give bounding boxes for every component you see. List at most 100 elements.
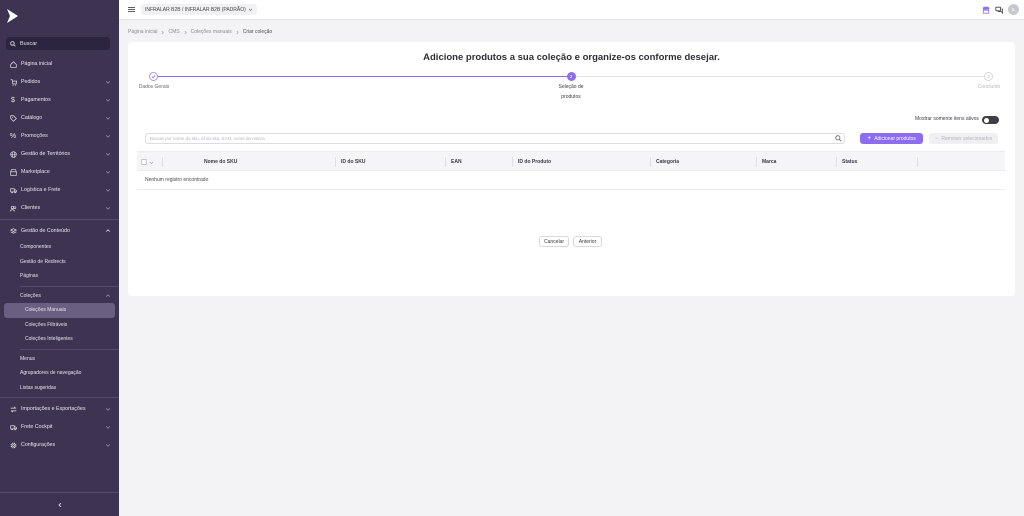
column-header-product-id[interactable]: ID do Produto [518, 152, 551, 172]
sidebar-item-logistics[interactable]: Logística e Frete [0, 181, 119, 199]
page-title: Adicione produtos a sua coleção e organi… [423, 52, 720, 63]
chevron-down-icon [105, 189, 111, 192]
store-icon [9, 168, 17, 176]
main-card: Adicione produtos a sua coleção e organi… [128, 42, 1015, 296]
column-header-status[interactable]: Status [842, 152, 857, 172]
sidebar-divider [20, 348, 119, 350]
sidebar-item-label: Pagamentos [21, 97, 51, 103]
breadcrumb-item-cms[interactable]: CMS [168, 29, 179, 35]
column-header-ean[interactable]: EAN [451, 152, 462, 172]
add-products-button[interactable]: + Adicionar produtos [860, 133, 923, 144]
swap-icon [9, 405, 17, 413]
sidebar-search[interactable]: Buscar [6, 37, 110, 50]
topbar: INFRALAR B2B / INFRALAR B2B (PADRÃO) IL [119, 0, 1024, 20]
chevron-down-icon [248, 8, 252, 11]
minus-icon: − [934, 135, 939, 142]
sidebar-subitem-navigation-groups[interactable]: Agrupadores de navegação [0, 366, 119, 381]
sidebar-collapse-button[interactable] [0, 492, 119, 516]
column-separator [756, 157, 757, 167]
sidebar-item-label: Gestão de Conteúdo [21, 228, 70, 234]
sidebar-subitem-suggested-lists[interactable]: Listas sugeridas [0, 381, 119, 396]
step-2-indicator: 2 [566, 72, 576, 81]
column-separator [512, 157, 513, 167]
cancel-button[interactable]: Cancelar [539, 236, 569, 247]
sidebar-subitem-pages[interactable]: Páginas [0, 269, 119, 284]
active-only-toggle-label: Mostrar somente itens ativos [915, 116, 979, 122]
chat-icon[interactable] [995, 6, 1003, 14]
sidebar-subitem-collections[interactable]: Coleções [0, 289, 119, 304]
chevron-down-icon [105, 408, 111, 411]
chevron-down-icon [105, 117, 111, 120]
sidebar-item-payments[interactable]: $ Pagamentos [0, 91, 119, 109]
sidebar-search-label: Buscar [20, 40, 38, 47]
sidebar-item-label: Importações e Exportações [21, 406, 86, 412]
sidebar-subitem-redirects[interactable]: Gestão de Redirects [0, 255, 119, 270]
chevron-down-icon[interactable] [149, 160, 154, 165]
chevron-down-icon [105, 153, 111, 156]
sidebar-item-label: Configurações [21, 442, 56, 448]
column-header-category[interactable]: Categoria [656, 152, 679, 172]
home-icon [9, 60, 17, 68]
product-search-input[interactable]: Buscar por nome do sku, id do sku, EAN, … [145, 133, 845, 144]
breadcrumb-item-manual-collections[interactable]: Coleções manuais [191, 29, 232, 35]
column-separator [162, 157, 163, 167]
chevron-down-icon [105, 99, 111, 102]
column-separator [650, 157, 651, 167]
sidebar-divider [20, 285, 119, 287]
search-icon[interactable] [835, 135, 842, 142]
column-header-sku-name[interactable]: Nome do SKU [204, 152, 237, 172]
sidebar-subitem-smart-collections[interactable]: Coleções Inteligentes [0, 332, 119, 347]
sidebar-item-marketplace[interactable]: Marketplace [0, 163, 119, 181]
layers-icon [9, 227, 17, 235]
store-icon[interactable] [982, 6, 990, 14]
dollar-icon: $ [11, 96, 15, 104]
sidebar-item-label: Gestão de Territórios [21, 151, 71, 157]
account-selector[interactable]: INFRALAR B2B / INFRALAR B2B (PADRÃO) [141, 4, 257, 15]
sidebar-divider [0, 219, 119, 220]
chevron-up-icon [105, 229, 111, 232]
column-separator [335, 157, 336, 167]
sidebar-item-home[interactable]: Página inicial [0, 55, 119, 73]
avatar[interactable]: IL [1008, 4, 1019, 15]
remove-selected-button[interactable]: − Remover selecionados [929, 133, 998, 144]
plus-icon: + [867, 134, 872, 142]
active-only-toggle[interactable] [982, 116, 999, 124]
chevron-down-icon [105, 171, 111, 174]
sidebar-item-label: Catálogo [21, 115, 43, 121]
chevron-right-icon [184, 30, 187, 34]
chevron-left-icon [58, 502, 61, 507]
add-products-label: Adicionar produtos [874, 135, 916, 142]
sidebar-item-territories[interactable]: Gestão de Territórios [0, 145, 119, 163]
sidebar-item-settings[interactable]: Configurações [0, 436, 119, 454]
sidebar-item-label: Logística e Frete [21, 187, 61, 193]
sidebar-subitem-manual-collections[interactable]: Coleções Manuais [4, 303, 115, 318]
sidebar-subitem-filterable-collections[interactable]: Coleções Filtráveis [0, 318, 119, 333]
select-all-checkbox[interactable] [141, 159, 147, 165]
previous-button[interactable]: Anterior [573, 236, 602, 247]
menu-icon[interactable] [128, 6, 135, 13]
table-header: Nome do SKU ID do SKU EAN ID do Produto … [137, 151, 1005, 171]
breadcrumb: Página inicial CMS Coleções manuais Cria… [128, 29, 272, 35]
step-3-indicator: 3 [984, 72, 993, 81]
sidebar-item-promotions[interactable]: % Promoções [0, 127, 119, 145]
sidebar-item-customers[interactable]: Clientes [0, 199, 119, 217]
sidebar-item-catalog[interactable]: Catálogo [0, 109, 119, 127]
sidebar-subitem-menus[interactable]: Menus [0, 352, 119, 367]
remove-selected-label: Remover selecionados [941, 135, 993, 142]
column-header-sku-id[interactable]: ID do SKU [341, 152, 365, 172]
sidebar-nav: Página inicial Pedidos $ Pagamentos Catá… [0, 55, 119, 454]
vtex-logo-icon[interactable] [6, 7, 20, 25]
chevron-up-icon [105, 294, 111, 297]
column-header-brand[interactable]: Marca [762, 152, 776, 172]
sidebar-item-freight-cockpit[interactable]: Frete Cockpit [0, 418, 119, 436]
sidebar-subitem-label: Coleções [20, 292, 41, 299]
chevron-down-icon [105, 135, 111, 138]
sidebar-item-content-management[interactable]: Gestão de Conteúdo [0, 222, 119, 240]
column-separator [836, 157, 837, 167]
sidebar-item-label: Clientes [21, 205, 41, 211]
breadcrumb-item-home[interactable]: Página inicial [128, 29, 157, 35]
sidebar-subitem-components[interactable]: Componentes [0, 240, 119, 255]
sidebar-item-imports-exports[interactable]: Importações e Exportações [0, 400, 119, 418]
account-name: INFRALAR B2B / INFRALAR B2B (PADRÃO) [145, 6, 246, 13]
sidebar-item-orders[interactable]: Pedidos [0, 73, 119, 91]
